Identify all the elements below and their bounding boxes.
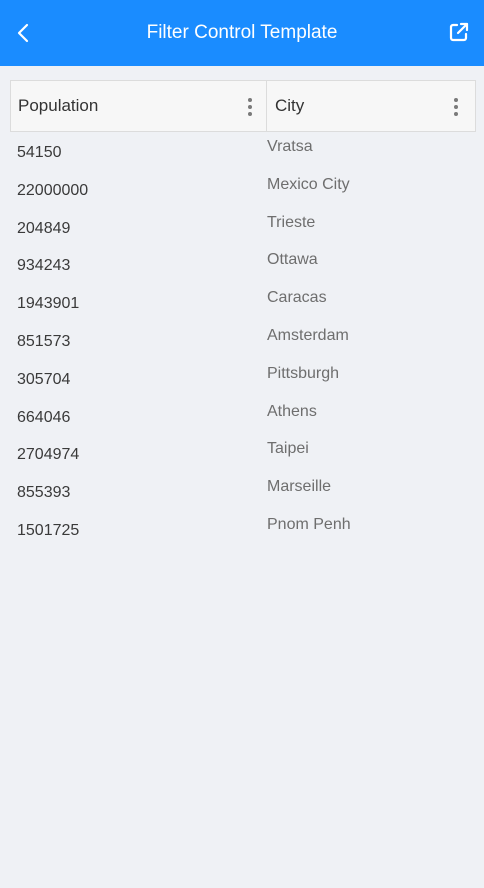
city-cell[interactable]: Pnom Penh — [267, 506, 351, 544]
open-external-icon — [449, 22, 469, 42]
chevron-left-icon — [17, 23, 29, 43]
city-cell[interactable]: Taipei — [267, 430, 351, 468]
population-cell[interactable]: 2704974 — [17, 435, 88, 473]
population-cell[interactable]: 1501725 — [17, 511, 88, 549]
population-cell[interactable]: 54150 — [17, 133, 88, 171]
grid-header: Population City — [10, 80, 476, 132]
population-cell[interactable]: 204849 — [17, 209, 88, 247]
city-column: Vratsa Mexico City Trieste Ottawa Caraca… — [267, 128, 351, 544]
population-cell[interactable]: 22000000 — [17, 171, 88, 209]
data-grid: Population City — [10, 80, 476, 132]
column-header-population[interactable]: Population — [11, 81, 267, 131]
population-cell[interactable]: 851573 — [17, 322, 88, 360]
population-column: 54150 22000000 204849 934243 1943901 851… — [17, 133, 88, 549]
column-header-label: Population — [18, 96, 99, 115]
city-cell[interactable]: Marseille — [267, 468, 351, 506]
column-header-city[interactable]: City — [267, 81, 475, 131]
population-cell[interactable]: 1943901 — [17, 284, 88, 322]
open-external-button[interactable] — [444, 17, 474, 47]
population-cell[interactable]: 305704 — [17, 360, 88, 398]
app-bar: Filter Control Template — [0, 0, 484, 66]
city-cell[interactable]: Vratsa — [267, 128, 351, 166]
more-vertical-icon[interactable] — [448, 95, 464, 119]
population-cell[interactable]: 664046 — [17, 398, 88, 436]
city-cell[interactable]: Mexico City — [267, 166, 351, 204]
city-cell[interactable]: Caracas — [267, 279, 351, 317]
city-cell[interactable]: Trieste — [267, 204, 351, 242]
back-button[interactable] — [10, 17, 36, 49]
city-cell[interactable]: Athens — [267, 393, 351, 431]
population-cell[interactable]: 934243 — [17, 246, 88, 284]
more-vertical-icon[interactable] — [242, 95, 258, 119]
city-cell[interactable]: Pittsburgh — [267, 355, 351, 393]
population-cell[interactable]: 855393 — [17, 473, 88, 511]
city-cell[interactable]: Ottawa — [267, 241, 351, 279]
city-cell[interactable]: Amsterdam — [267, 317, 351, 355]
column-header-label: City — [275, 96, 305, 115]
page-title: Filter Control Template — [146, 22, 338, 43]
